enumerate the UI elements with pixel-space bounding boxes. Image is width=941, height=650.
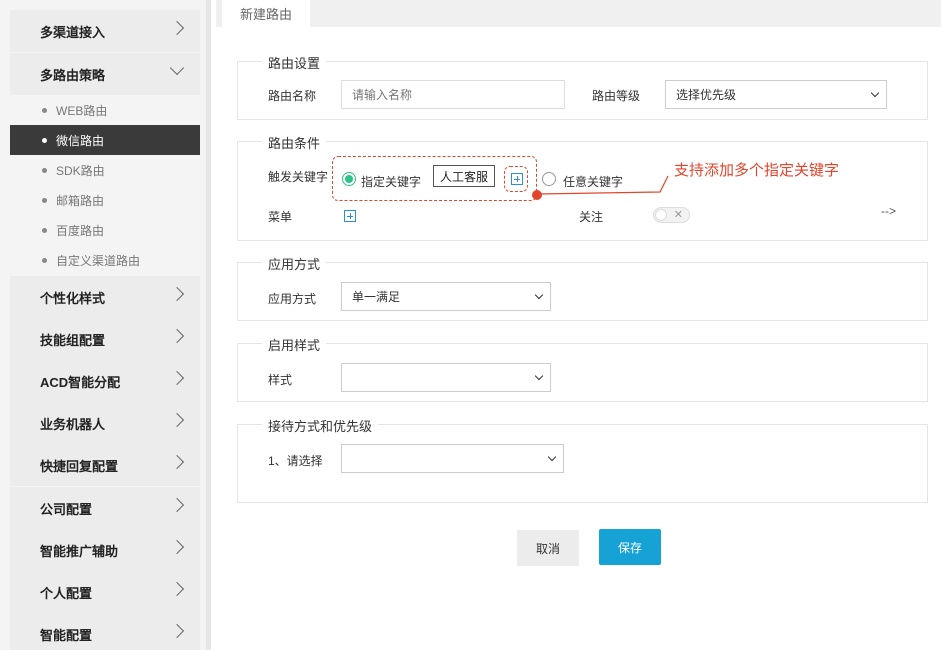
sidebar-item-label: 快捷回复配置 xyxy=(40,458,119,474)
section-title: 应用方式 xyxy=(262,254,327,273)
chevron-down-icon xyxy=(547,452,557,462)
sidebar-subitem-label: 百度路由 xyxy=(56,223,105,238)
chevron-down-icon xyxy=(169,60,185,76)
sidebar-item-routing-strategy[interactable]: 多路由策略 xyxy=(10,53,200,95)
chevron-down-icon xyxy=(534,290,544,300)
route-name-label: 路由名称 xyxy=(268,89,317,103)
chevron-right-icon xyxy=(169,623,185,639)
follow-toggle[interactable]: ✕ xyxy=(653,207,690,223)
sidebar-item-label: 多渠道接入 xyxy=(40,24,106,40)
sidebar-item-style[interactable]: 个性化样式 xyxy=(10,276,200,318)
sidebar-subitem-sdk[interactable]: SDK路由 xyxy=(10,155,200,185)
chevron-right-icon xyxy=(169,286,185,302)
annotation-plus-highlight xyxy=(504,166,528,192)
sidebar: 多渠道接入 多路由策略 WEB路由 微信路由 SDK路由 邮箱路由 百度路由 自… xyxy=(0,0,211,650)
annotation-leader-line xyxy=(537,175,669,195)
chevron-right-icon xyxy=(169,328,185,344)
bullet-icon xyxy=(42,168,47,173)
sidebar-item-promotion[interactable]: 智能推广辅助 xyxy=(10,529,200,571)
route-level-select[interactable]: 选择优先级 xyxy=(665,80,887,109)
save-button[interactable]: 保存 xyxy=(599,529,661,565)
sidebar-item-multichannel[interactable]: 多渠道接入 xyxy=(10,10,200,52)
chevron-down-icon xyxy=(534,371,544,381)
chevron-right-icon xyxy=(169,20,185,36)
sidebar-subitem-wechat[interactable]: 微信路由 xyxy=(10,125,200,155)
toggle-knob xyxy=(655,209,667,221)
bullet-icon xyxy=(42,228,47,233)
annotation-dot xyxy=(532,190,542,200)
section-title: 路由设置 xyxy=(262,53,327,72)
section-reception: 接待方式和优先级 1、请选择 xyxy=(237,416,928,503)
chevron-right-icon xyxy=(169,581,185,597)
bullet-icon xyxy=(42,258,47,263)
section-title: 接待方式和优先级 xyxy=(262,416,379,435)
sidebar-item-label: 个性化样式 xyxy=(40,290,106,306)
style-label: 样式 xyxy=(268,373,293,387)
sidebar-item-skill-group[interactable]: 技能组配置 xyxy=(10,318,200,360)
expand-arrow[interactable]: --> xyxy=(881,204,896,218)
section-route-settings: 路由设置 路由名称 路由等级 选择优先级 xyxy=(237,53,928,120)
add-menu-icon[interactable] xyxy=(344,210,356,222)
chevron-right-icon xyxy=(169,454,185,470)
chevron-right-icon xyxy=(169,370,185,386)
bullet-icon xyxy=(42,108,47,113)
sidebar-item-label: 多路由策略 xyxy=(40,67,106,83)
sidebar-item-label: 公司配置 xyxy=(40,501,93,517)
sidebar-subitem-label: 自定义渠道路由 xyxy=(56,253,141,268)
sidebar-subitem-web[interactable]: WEB路由 xyxy=(10,95,200,125)
menu-label: 菜单 xyxy=(268,210,293,224)
section-title: 路由条件 xyxy=(262,133,327,152)
select-value: 单一满足 xyxy=(352,290,401,304)
close-icon: ✕ xyxy=(673,209,683,221)
style-select[interactable] xyxy=(341,363,551,392)
chevron-right-icon xyxy=(169,497,185,513)
sidebar-item-label: 业务机器人 xyxy=(40,416,106,432)
follow-label: 关注 xyxy=(579,210,604,224)
sidebar-item-label: 技能组配置 xyxy=(40,332,106,348)
tab-new-route[interactable]: 新建路由 xyxy=(222,0,310,27)
sidebar-subitem-label: SDK路由 xyxy=(56,163,105,178)
sidebar-subitem-custom[interactable]: 自定义渠道路由 xyxy=(10,245,200,275)
sidebar-item-label: 个人配置 xyxy=(40,585,93,601)
sidebar-subitem-label: 微信路由 xyxy=(56,133,105,148)
app-root: 多渠道接入 多路由策略 WEB路由 微信路由 SDK路由 邮箱路由 百度路由 自… xyxy=(0,0,941,650)
section-apply-mode: 应用方式 应用方式 单一满足 xyxy=(237,254,928,321)
annotation-text: 支持添加多个指定关键字 xyxy=(674,162,840,179)
sidebar-subitem-label: WEB路由 xyxy=(56,103,108,118)
tab-bar: 新建路由 xyxy=(216,0,941,27)
route-level-label: 路由等级 xyxy=(592,89,641,103)
reception-label: 1、请选择 xyxy=(268,454,323,468)
bullet-icon xyxy=(42,198,47,203)
sidebar-item-label: 智能推广辅助 xyxy=(40,543,119,559)
cancel-button[interactable]: 取消 xyxy=(517,530,579,566)
reception-select[interactable] xyxy=(341,444,564,473)
sidebar-item-bot[interactable]: 业务机器人 xyxy=(10,402,200,444)
chevron-right-icon xyxy=(169,539,185,555)
chevron-down-icon xyxy=(870,88,880,98)
sidebar-subitem-baidu[interactable]: 百度路由 xyxy=(10,215,200,245)
sidebar-item-acd[interactable]: ACD智能分配 xyxy=(10,360,200,402)
route-name-input[interactable] xyxy=(341,80,565,109)
section-title: 启用样式 xyxy=(262,335,327,354)
sidebar-item-smart[interactable]: 智能配置 xyxy=(10,613,200,650)
sidebar-subitem-label: 邮箱路由 xyxy=(56,193,105,208)
sidebar-item-personal[interactable]: 个人配置 xyxy=(10,571,200,613)
apply-mode-label: 应用方式 xyxy=(268,292,317,306)
sidebar-subitem-email[interactable]: 邮箱路由 xyxy=(10,185,200,215)
sidebar-item-company[interactable]: 公司配置 xyxy=(10,487,200,529)
bullet-icon xyxy=(42,138,47,143)
sidebar-item-label: ACD智能分配 xyxy=(40,374,121,390)
trigger-keyword-label: 触发关键字 xyxy=(268,170,329,184)
select-value: 选择优先级 xyxy=(676,88,737,102)
sidebar-item-label: 智能配置 xyxy=(40,627,93,643)
apply-mode-select[interactable]: 单一满足 xyxy=(341,282,551,311)
section-enable-style: 启用样式 样式 xyxy=(237,335,928,402)
sidebar-item-quick-reply[interactable]: 快捷回复配置 xyxy=(10,444,200,486)
chevron-right-icon xyxy=(169,412,185,428)
